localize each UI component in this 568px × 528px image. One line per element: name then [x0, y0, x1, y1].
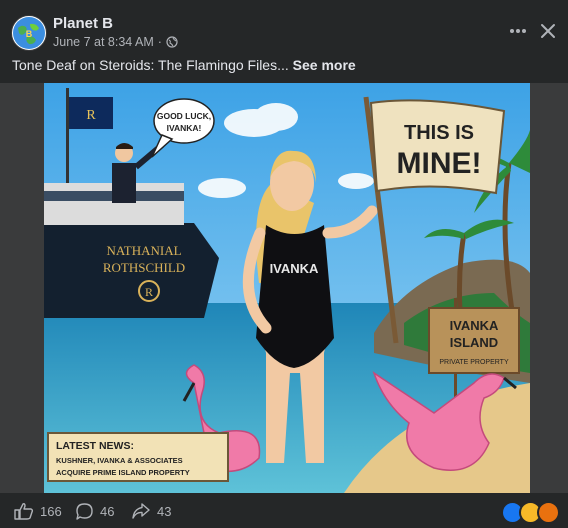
news-line2: ACQUIRE PRIME ISLAND PROPERTY — [56, 468, 190, 477]
share-button[interactable]: 43 — [131, 502, 171, 520]
yacht-name-line1: NATHANIAL — [106, 243, 181, 258]
see-more-link[interactable]: See more — [293, 57, 356, 73]
planet-logo-icon: B — [13, 17, 45, 49]
angry-reaction-icon — [537, 501, 560, 524]
post-image[interactable]: R NATHANIAL ROTHSCHILD R GOOD LUCK, IVAN… — [44, 83, 530, 493]
post-timestamp[interactable]: June 7 at 8:34 AM — [53, 35, 154, 49]
meta-separator: · — [157, 35, 162, 49]
caption-text: Tone Deaf on Steroids: The Flamingo File… — [12, 57, 289, 73]
close-icon — [541, 24, 555, 38]
comment-icon — [76, 503, 93, 520]
more-options-button[interactable] — [506, 19, 530, 43]
globe-icon — [166, 36, 178, 48]
sign-line3: PRIVATE PROPERTY — [439, 359, 509, 366]
news-title: LATEST NEWS: — [56, 440, 134, 452]
post-caption: Tone Deaf on Steroids: The Flamingo File… — [12, 57, 356, 73]
cartoon-illustration: R NATHANIAL ROTHSCHILD R GOOD LUCK, IVAN… — [44, 83, 530, 493]
page-name[interactable]: Planet B — [53, 15, 113, 32]
swimsuit-text: IVANKA — [270, 261, 319, 276]
speech-bubble-line2: IVANKA! — [167, 123, 202, 133]
ellipsis-icon — [510, 29, 526, 33]
svg-text:B: B — [26, 29, 33, 39]
sign-line2: ISLAND — [450, 335, 498, 350]
banner-line2: MINE! — [397, 147, 482, 180]
banner-line1: THIS IS — [404, 122, 474, 144]
post-header: B Planet B June 7 at 8:34 AM · — [0, 0, 568, 60]
like-count: 166 — [40, 503, 62, 519]
news-line1: KUSHNER, IVANKA & ASSOCIATES — [56, 456, 183, 465]
comment-button[interactable]: 46 — [75, 502, 114, 521]
share-icon — [132, 503, 150, 519]
comment-count: 46 — [100, 504, 115, 519]
post-actions-bar: 166 46 43 — [0, 494, 568, 528]
yacht-name-line2: ROTHSCHILD — [103, 260, 185, 275]
reaction-summary[interactable] — [501, 501, 560, 524]
share-count: 43 — [157, 503, 172, 519]
yacht-emblem-text: R — [145, 285, 153, 299]
flag-text: R — [86, 108, 96, 123]
post-image-container[interactable]: R NATHANIAL ROTHSCHILD R GOOD LUCK, IVAN… — [0, 83, 568, 493]
thumbs-up-icon — [14, 503, 34, 520]
speech-bubble-line1: GOOD LUCK, — [157, 111, 211, 121]
post-meta: June 7 at 8:34 AM · — [53, 35, 178, 49]
page-avatar[interactable]: B — [11, 15, 47, 51]
sign-line1: IVANKA — [450, 318, 499, 333]
like-button[interactable]: 166 — [14, 502, 62, 520]
close-button[interactable] — [536, 19, 560, 43]
